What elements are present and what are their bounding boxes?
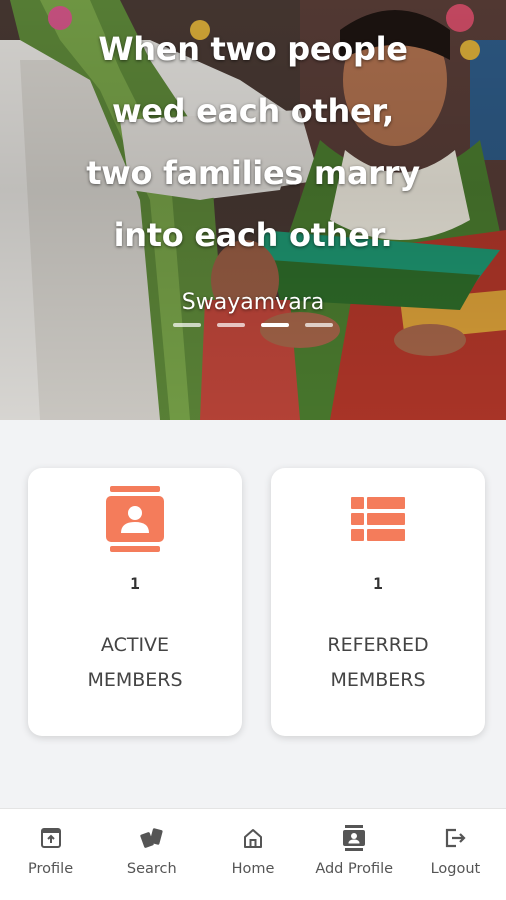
label-line: ACTIVE	[100, 634, 170, 656]
nav-profile[interactable]: Profile	[0, 809, 101, 900]
contact-book-icon	[28, 484, 242, 554]
active-members-label: ACTIVE MEMBERS	[28, 628, 242, 698]
profile-icon	[0, 825, 101, 851]
nav-label: Logout	[430, 861, 481, 877]
brand-name: Swayamvara	[181, 290, 325, 315]
nav-label: Search	[126, 861, 177, 877]
nav-label: Add Profile	[315, 861, 394, 877]
app-root: When two people wed each other, two fami…	[0, 0, 506, 900]
nav-label: Home	[231, 861, 275, 877]
search-cards-icon	[101, 825, 202, 851]
referred-members-count: 1	[373, 574, 383, 593]
label-line: MEMBERS	[330, 669, 426, 691]
quote-line: When two people	[98, 30, 408, 68]
active-members-card[interactable]: 1 ACTIVE MEMBERS	[28, 468, 242, 736]
quote-line: two families marry	[86, 154, 420, 192]
add-profile-icon	[304, 825, 405, 851]
carousel-dot[interactable]	[305, 323, 333, 327]
active-members-count: 1	[130, 574, 140, 593]
nav-label: Profile	[28, 861, 74, 877]
nav-add-profile[interactable]: Add Profile	[304, 809, 405, 900]
nav-home[interactable]: Home	[202, 809, 303, 900]
nav-logout[interactable]: Logout	[405, 809, 506, 900]
nav-search[interactable]: Search	[101, 809, 202, 900]
quote-line: wed each other,	[111, 92, 394, 130]
home-icon	[202, 825, 303, 851]
hero-quote: When two people wed each other, two fami…	[40, 18, 466, 266]
carousel-dot[interactable]	[217, 323, 245, 327]
carousel-dot-active[interactable]	[261, 323, 289, 327]
carousel-dot[interactable]	[173, 323, 201, 327]
referred-members-card[interactable]: 1 REFERRED MEMBERS	[271, 468, 485, 736]
bottom-nav: Profile Search Home Add Profile Logout	[0, 808, 506, 900]
carousel-indicators	[0, 323, 506, 327]
hero-carousel[interactable]: When two people wed each other, two fami…	[0, 0, 506, 420]
quote-line: into each other.	[113, 216, 393, 254]
list-icon	[271, 484, 485, 554]
label-line: REFERRED	[327, 634, 429, 656]
logout-icon	[405, 825, 506, 851]
label-line: MEMBERS	[87, 669, 183, 691]
referred-members-label: REFERRED MEMBERS	[271, 628, 485, 698]
